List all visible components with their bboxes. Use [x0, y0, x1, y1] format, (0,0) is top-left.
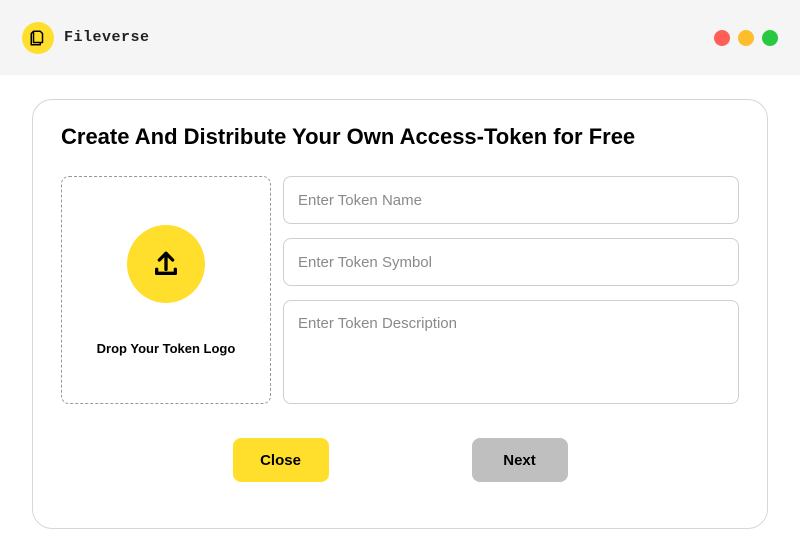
dropzone-label: Drop Your Token Logo [97, 341, 236, 356]
minimize-window-icon[interactable] [738, 30, 754, 46]
maximize-window-icon[interactable] [762, 30, 778, 46]
window-controls [714, 30, 778, 46]
close-button[interactable]: Close [233, 438, 329, 482]
create-token-modal: Create And Distribute Your Own Access-To… [32, 99, 768, 529]
token-name-input[interactable] [283, 176, 739, 224]
modal-title: Create And Distribute Your Own Access-To… [61, 124, 739, 150]
button-row: Close Next [61, 438, 739, 482]
brand: Fileverse [22, 22, 150, 54]
brand-logo-icon [22, 22, 54, 54]
upload-icon [127, 225, 205, 303]
inputs-column [283, 176, 739, 404]
main-container: Create And Distribute Your Own Access-To… [0, 75, 800, 553]
next-button[interactable]: Next [472, 438, 568, 482]
logo-dropzone[interactable]: Drop Your Token Logo [61, 176, 271, 404]
top-bar: Fileverse [0, 0, 800, 75]
token-description-input[interactable] [283, 300, 739, 404]
form-row: Drop Your Token Logo [61, 176, 739, 404]
close-window-icon[interactable] [714, 30, 730, 46]
brand-name: Fileverse [64, 29, 150, 46]
token-symbol-input[interactable] [283, 238, 739, 286]
